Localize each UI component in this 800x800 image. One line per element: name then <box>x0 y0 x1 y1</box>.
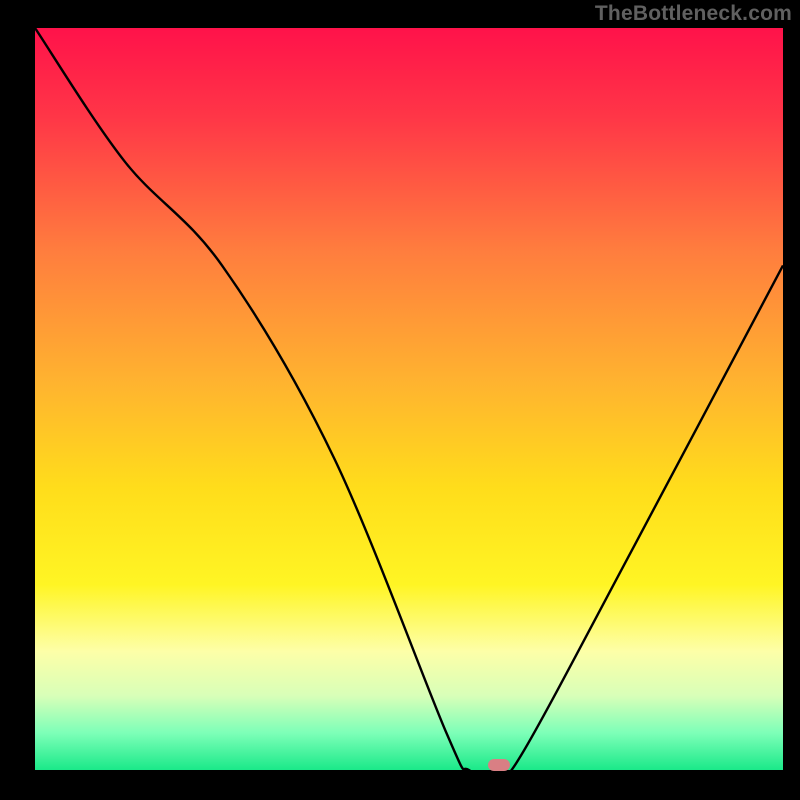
optimal-marker <box>488 759 510 771</box>
chart-plot-area <box>35 28 783 770</box>
watermark-text: TheBottleneck.com <box>595 2 792 26</box>
bottleneck-curve <box>35 28 783 770</box>
